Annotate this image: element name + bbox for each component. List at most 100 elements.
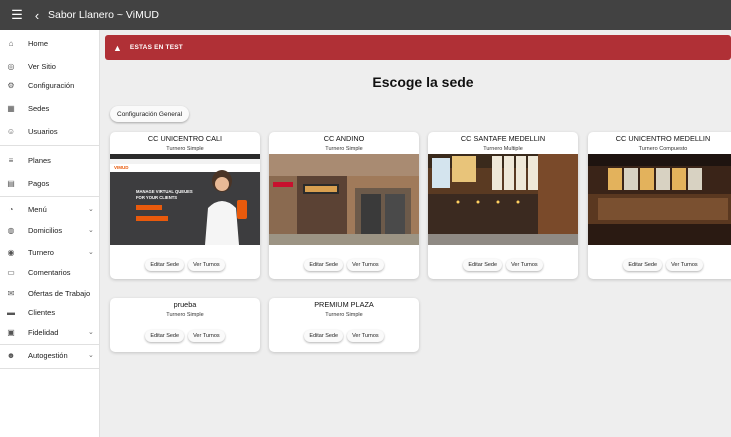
- branch-type: Turnero Simple: [325, 312, 363, 318]
- sidebar-item-autogestion[interactable]: ☻ Autogestión ⌄: [0, 345, 100, 365]
- top-app-bar: ☰ ‹ Sabor Llanero ~ ViMUD: [0, 0, 731, 30]
- home-icon: ⌂: [8, 38, 14, 48]
- comment-icon: ▭: [7, 267, 15, 277]
- ticket-icon: ◉: [7, 247, 15, 257]
- branch-type: Turnero Simple: [325, 146, 363, 152]
- branch-card: CC UNICENTRO MEDELLIN Turnero Compuesto …: [588, 132, 731, 279]
- sidebar-item-ofertas-de-trabajo[interactable]: ✉ Ofertas de Trabajo: [0, 283, 100, 303]
- branch-card: PREMIUM PLAZA Turnero Simple Editar Sede…: [269, 298, 419, 352]
- branch-name: CC ANDINO: [323, 134, 365, 143]
- promo-headline-1: MANAGE VIRTUAL QUEUES: [136, 189, 193, 194]
- warning-icon: ▲: [113, 42, 122, 53]
- hamburger-menu-icon[interactable]: ☰: [6, 7, 28, 23]
- sidebar-item-label: Domicilios: [28, 225, 63, 235]
- sidebar-item-fidelidad[interactable]: ▣ Fidelidad ⌄: [0, 322, 100, 342]
- edit-branch-button[interactable]: Editar Sede: [463, 259, 503, 271]
- sidebar-item-domicilios[interactable]: ◍ Domicilios ⌄: [0, 220, 100, 240]
- clients-icon: ▬: [7, 307, 15, 317]
- branch-name: CC UNICENTRO CALI: [147, 134, 223, 143]
- sidebar-item-label: Menú: [28, 204, 47, 214]
- sidebar-item-planes[interactable]: ≡ Planes: [0, 150, 100, 170]
- self-service-icon: ☻: [6, 350, 16, 360]
- edit-branch-button[interactable]: Editar Sede: [145, 330, 185, 342]
- delivery-icon: ◍: [7, 225, 15, 235]
- loyalty-icon: ▣: [7, 327, 15, 337]
- chevron-down-icon[interactable]: ⌄: [88, 328, 100, 336]
- sidebar-item-configuracion[interactable]: ⚙ Configuración: [0, 75, 100, 95]
- edit-branch-button[interactable]: Editar Sede: [145, 259, 185, 271]
- branch-type: Turnero Simple: [166, 312, 204, 318]
- sidebar-item-label: Planes: [28, 155, 51, 165]
- promo-headline-2: FOR YOUR CLIENTS: [136, 195, 177, 200]
- branch-name: CC SANTAFE MEDELLIN: [460, 134, 546, 143]
- job-offer-icon: ✉: [7, 288, 15, 298]
- sidebar-item-label: Configuración: [28, 80, 75, 90]
- sidebar-item-label: Sedes: [28, 103, 50, 113]
- menu-book-icon: ◔: [8, 204, 14, 214]
- branch-card: CC ANDINO Turnero Simple Editar Sede Ver…: [269, 132, 419, 279]
- sidebar-divider: [0, 145, 100, 146]
- sidebar: ⌂ Home ◎ Ver Sitio ⚙ Configuración ▦ Sedes ☺…: [0, 30, 100, 437]
- sidebar-item-label: Fidelidad: [28, 327, 59, 337]
- view-turns-button[interactable]: Ver Turnos: [506, 259, 543, 271]
- sidebar-item-label: Ofertas de Trabajo: [28, 288, 91, 298]
- payments-icon: ▤: [7, 178, 15, 188]
- chevron-down-icon[interactable]: ⌄: [88, 226, 100, 234]
- branch-type: Turnero Multiple: [483, 146, 523, 152]
- back-arrow-icon[interactable]: ‹: [30, 8, 44, 23]
- view-turns-button[interactable]: Ver Turnos: [666, 259, 703, 271]
- branch-image: VIMUD MANAGE VIRTUAL QUEUES FOR YOUR CLI…: [110, 154, 260, 245]
- general-config-button[interactable]: Configuración General: [110, 106, 190, 122]
- branch-card: CC UNICENTRO CALI Turnero Simple VIMUD M…: [110, 132, 260, 279]
- sidebar-item-sedes[interactable]: ▦ Sedes: [0, 98, 100, 118]
- view-turns-button[interactable]: Ver Turnos: [347, 259, 384, 271]
- branch-name: prueba: [173, 300, 197, 309]
- sidebar-item-label: Ver Sitio: [28, 61, 56, 71]
- sidebar-item-turnero[interactable]: ◉ Turnero ⌄: [0, 242, 100, 262]
- chevron-down-icon[interactable]: ⌄: [88, 205, 100, 213]
- sidebar-item-comentarios[interactable]: ▭ Comentarios: [0, 262, 100, 282]
- plans-icon: ≡: [8, 155, 14, 165]
- sidebar-item-label: Pagos: [28, 178, 50, 188]
- branch-type: Turnero Compuesto: [638, 146, 688, 152]
- edit-branch-button[interactable]: Editar Sede: [623, 259, 663, 271]
- branch-name: PREMIUM PLAZA: [314, 300, 374, 309]
- sidebar-divider: [0, 196, 100, 197]
- edit-branch-button[interactable]: Editar Sede: [304, 330, 344, 342]
- view-turns-button[interactable]: Ver Turnos: [188, 330, 225, 342]
- branch-card: CC SANTAFE MEDELLIN Turnero Multiple Edi…: [428, 132, 578, 279]
- sidebar-item-label: Clientes: [28, 307, 56, 317]
- sidebar-item-clientes[interactable]: ▬ Clientes: [0, 302, 100, 322]
- branch-image: [588, 154, 731, 245]
- branch-image: [428, 154, 578, 245]
- promo-brand: VIMUD: [114, 165, 129, 170]
- sidebar-item-menu[interactable]: ◔ Menú ⌄: [0, 199, 100, 219]
- edit-branch-button[interactable]: Editar Sede: [304, 259, 344, 271]
- sidebar-item-label: Usuarios: [28, 126, 58, 136]
- sidebar-item-label: Comentarios: [28, 267, 71, 277]
- view-turns-button[interactable]: Ver Turnos: [347, 330, 384, 342]
- globe-icon: ◎: [7, 61, 15, 71]
- store-icon: ▦: [7, 103, 15, 113]
- sidebar-item-label: Autogestión: [28, 350, 68, 360]
- sidebar-item-usuarios[interactable]: ☺ Usuarios: [0, 121, 100, 141]
- page-title: Escoge la sede: [372, 74, 474, 90]
- chevron-down-icon[interactable]: ⌄: [88, 248, 100, 256]
- branch-name: CC UNICENTRO MEDELLIN: [615, 134, 711, 143]
- view-turns-button[interactable]: Ver Turnos: [188, 259, 225, 271]
- sidebar-item-ver-sitio[interactable]: ◎ Ver Sitio: [0, 56, 100, 76]
- alert-text: ESTAS EN TEST: [129, 44, 183, 51]
- chevron-down-icon[interactable]: ⌄: [88, 351, 100, 359]
- sidebar-divider: [0, 368, 100, 369]
- users-icon: ☺: [6, 126, 16, 136]
- branch-type: Turnero Simple: [166, 146, 204, 152]
- sidebar-item-home[interactable]: ⌂ Home: [0, 33, 100, 53]
- test-mode-alert: ▲ ESTAS EN TEST: [105, 35, 731, 60]
- branch-image: [269, 154, 419, 245]
- branch-card: prueba Turnero Simple Editar Sede Ver Tu…: [110, 298, 260, 352]
- sidebar-item-label: Home: [28, 38, 49, 48]
- gear-icon: ⚙: [7, 80, 15, 90]
- sidebar-item-label: Turnero: [28, 247, 54, 257]
- app-title: Sabor Llanero ~ ViMUD: [48, 9, 159, 21]
- sidebar-item-pagos[interactable]: ▤ Pagos: [0, 173, 100, 193]
